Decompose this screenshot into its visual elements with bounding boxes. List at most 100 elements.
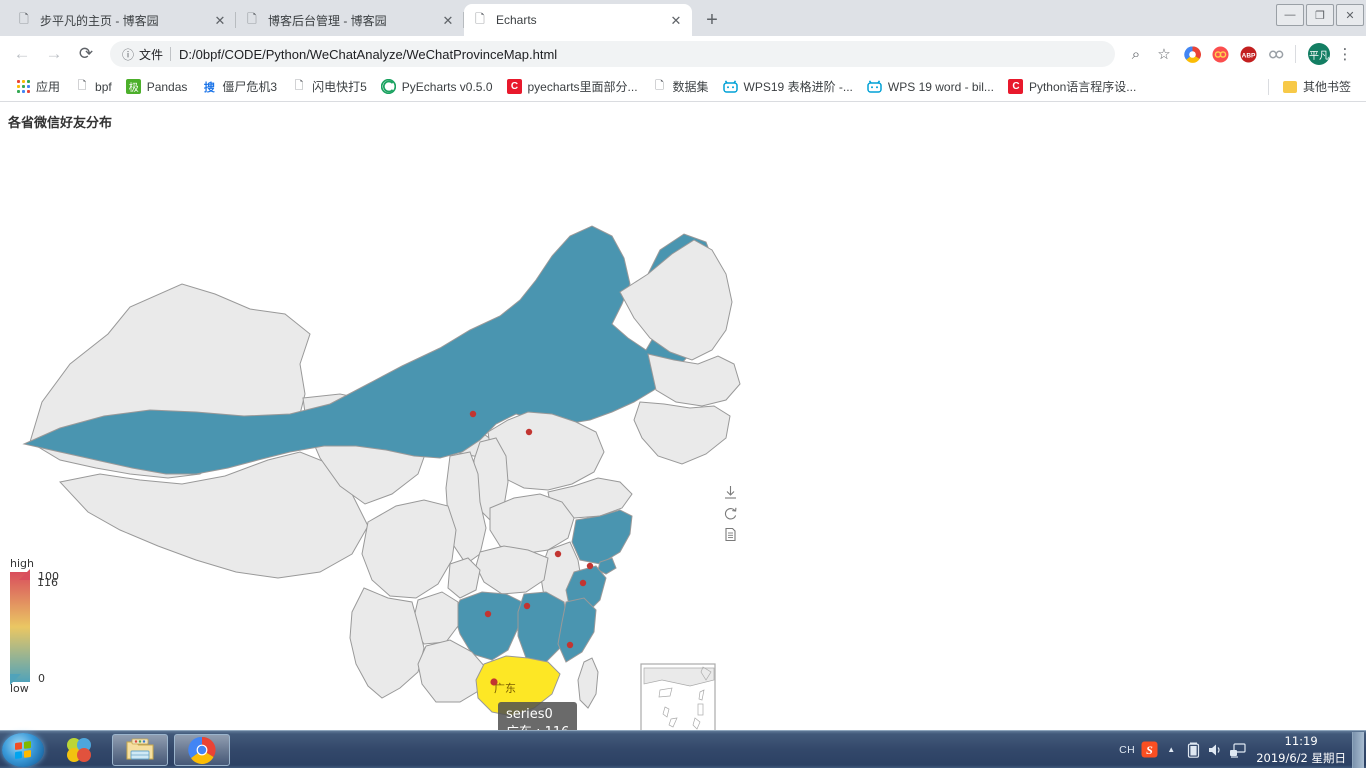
minimize-button[interactable]: —	[1276, 4, 1304, 26]
bookmark-label: 应用	[36, 80, 61, 94]
square-icon: C	[507, 79, 523, 95]
tab-title: Echarts	[496, 13, 537, 27]
volume-icon[interactable]	[1204, 742, 1226, 758]
region-liaoning[interactable]	[633, 401, 731, 465]
refresh-icon[interactable]	[720, 503, 740, 523]
bookmark-star-icon[interactable]: ☆	[1151, 41, 1177, 67]
show-hidden-icons-icon[interactable]: ▲	[1160, 745, 1182, 754]
adblock-plus-extension-icon[interactable]: ABP	[1235, 41, 1261, 67]
download-icon[interactable]	[720, 482, 740, 502]
map-regions	[22, 225, 741, 717]
taskbar-file-explorer[interactable]	[112, 733, 168, 766]
province-label-guangdong: 广东	[494, 682, 516, 695]
tab-blog-admin[interactable]: 🗋 博客后台管理 - 博客园 ✕	[236, 4, 464, 36]
taskbar-google-chrome[interactable]	[174, 733, 230, 766]
bookmark-zombie-crisis-3[interactable]: 搜 僵尸危机3	[194, 75, 284, 99]
china-map-chart[interactable]	[0, 102, 1366, 730]
start-button[interactable]	[2, 732, 44, 767]
bookmark-label: bpf	[95, 79, 112, 94]
bookmark-lightning-strike-5[interactable]: 🗋 闪电快打5	[284, 75, 374, 99]
marker-point[interactable]	[566, 641, 574, 649]
infinity-new-tab-extension-icon[interactable]	[1207, 41, 1233, 67]
svg-text:S: S	[1146, 743, 1153, 757]
tab-strip: 🗋 步平凡的主页 - 博客园 ✕ 🗋 博客后台管理 - 博客园 ✕ 🗋 Echa…	[0, 0, 1366, 36]
bookmark-label: PyEcharts v0.5.0	[401, 79, 493, 94]
clock[interactable]: 11:19 2019/6/2 星期日	[1256, 733, 1346, 766]
bookmark-bpf[interactable]: 🗋 bpf	[67, 75, 119, 99]
document-icon[interactable]	[720, 524, 740, 544]
marker-point[interactable]	[525, 428, 533, 436]
visual-map-min-handle[interactable]	[10, 674, 21, 685]
bookmark-pyecharts-v050[interactable]: PyEcharts v0.5.0	[374, 75, 500, 99]
bookmark-other-bookmarks[interactable]: 其他书签	[1275, 75, 1358, 99]
region-jiangxi[interactable]	[517, 591, 569, 663]
close-icon[interactable]: ✕	[668, 12, 684, 28]
bookmark-label: 闪电快打5	[312, 80, 367, 94]
visual-map-legend[interactable]: high 100 116 0 low	[10, 557, 70, 695]
bookmark-pandas[interactable]: 极 Pandas	[119, 75, 195, 99]
close-button[interactable]: ✕	[1336, 4, 1364, 26]
marker-point[interactable]	[586, 562, 594, 570]
marker-point[interactable]	[484, 610, 492, 618]
handle-triangle-icon	[19, 569, 30, 580]
show-desktop-button[interactable]	[1352, 731, 1364, 768]
square-icon-glyph: C	[507, 79, 522, 94]
divider	[1295, 45, 1296, 63]
visual-map-gradient-bar[interactable]	[10, 572, 30, 682]
close-icon[interactable]: ✕	[440, 12, 456, 28]
bookmark-apps[interactable]: 应用	[8, 75, 67, 99]
info-icon[interactable]: ⓘ	[122, 46, 134, 63]
marker-point[interactable]	[554, 550, 562, 558]
bookmark-label: WPS19 表格进阶 -...	[743, 80, 853, 94]
sogou-input-icon[interactable]: S	[1138, 741, 1160, 758]
region-sichuan[interactable]	[361, 499, 457, 599]
handle-triangle-icon	[10, 674, 21, 685]
region-hubei[interactable]	[475, 545, 549, 595]
menu-icon[interactable]: ⋮	[1332, 41, 1358, 67]
bookmark-python-course[interactable]: C Python语言程序设...	[1001, 75, 1143, 99]
restore-button[interactable]: ❐	[1306, 4, 1334, 26]
visual-map-max-handle[interactable]	[19, 569, 30, 580]
tooltip-series-name: series0	[506, 707, 553, 722]
infinity-gray-extension-icon[interactable]	[1263, 41, 1289, 67]
visual-map-bar-wrap[interactable]: 100 116 0	[10, 569, 59, 685]
taskbar-media-app[interactable]	[50, 734, 106, 766]
region-taiwan[interactable]	[577, 657, 599, 709]
marker-point[interactable]	[579, 579, 587, 587]
region-jilin[interactable]	[647, 353, 741, 407]
page-icon: 🗋	[655, 80, 664, 92]
region-yunnan[interactable]	[349, 587, 425, 699]
address-bar[interactable]: ⓘ 文件 D:/0bpf/CODE/Python/WeChatAnalyze/W…	[110, 41, 1115, 67]
bookmark-wps19-word[interactable]: WPS 19 word - bil...	[860, 75, 1001, 99]
marker-point[interactable]	[469, 410, 477, 418]
back-icon[interactable]: ←	[8, 40, 36, 68]
color-wheel-extension-icon[interactable]	[1179, 41, 1205, 67]
reload-icon[interactable]: ⟳	[72, 40, 100, 68]
search-icon[interactable]: ⌕	[1123, 41, 1149, 67]
close-icon[interactable]: ✕	[212, 12, 228, 28]
region-heilongjiang[interactable]	[619, 239, 733, 361]
bookmark-dataset[interactable]: 🗋 数据集	[645, 75, 716, 99]
battery-icon[interactable]	[1182, 742, 1204, 758]
bookmark-label: pyecharts里面部分...	[527, 80, 638, 94]
bookmark-label: WPS 19 word - bil...	[887, 79, 994, 94]
bookmark-pyecharts-part[interactable]: C pyecharts里面部分...	[500, 75, 645, 99]
network-icon[interactable]	[1226, 742, 1248, 758]
input-method-indicator[interactable]: CH	[1116, 744, 1138, 756]
avatar[interactable]: 平凡	[1308, 43, 1330, 65]
bookmark-wps19-table[interactable]: WPS19 表格进阶 -...	[716, 75, 860, 99]
page-icon: 🗋	[294, 80, 304, 92]
forward-icon[interactable]: →	[40, 40, 68, 68]
region-jiangsu[interactable]	[571, 509, 633, 565]
page-icon: 🗋	[77, 80, 87, 92]
marker-point[interactable]	[523, 602, 531, 610]
square-icon: 极	[126, 79, 142, 95]
windows-logo-icon	[15, 740, 31, 759]
chart-toolbox	[720, 482, 740, 545]
region-chongqing[interactable]	[447, 557, 481, 599]
page-content: 各省微信好友分布 广东 high 100 116 0 low series0	[0, 102, 1366, 730]
tab-echarts[interactable]: 🗋 Echarts ✕	[464, 4, 692, 36]
divider	[1267, 78, 1269, 95]
new-tab-button[interactable]: +	[698, 6, 726, 34]
tab-blog-home[interactable]: 🗋 步平凡的主页 - 博客园 ✕	[8, 4, 236, 36]
